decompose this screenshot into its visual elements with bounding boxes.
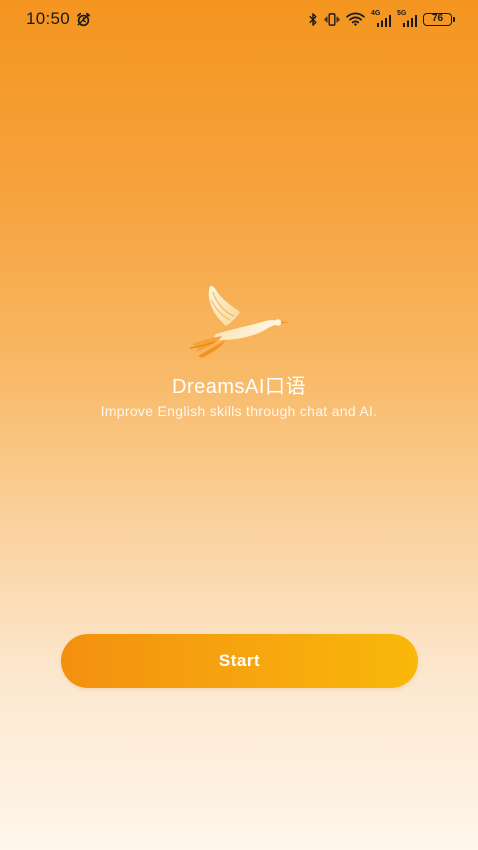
alarm-icon [76,12,91,27]
bird-logo-icon [186,282,292,360]
status-right: 4G 5G 76 [308,10,455,27]
bluetooth-icon [308,12,318,27]
signal-icon-4g: 4G [371,10,391,27]
signal-icon-5g: 5G [397,10,417,27]
vibrate-icon [324,12,340,27]
start-button[interactable]: Start [61,634,418,688]
status-time: 10:50 [26,9,71,28]
app-tagline: Improve English skills through chat and … [100,403,378,419]
battery-level: 76 [431,13,444,24]
app-name: DreamsAI口语 [172,376,306,398]
battery-icon: 76 [423,12,455,26]
status-left: 10:50 [26,9,91,29]
status-bar: 10:50 4G 5G 76 [0,0,478,38]
wifi-icon [346,12,365,26]
